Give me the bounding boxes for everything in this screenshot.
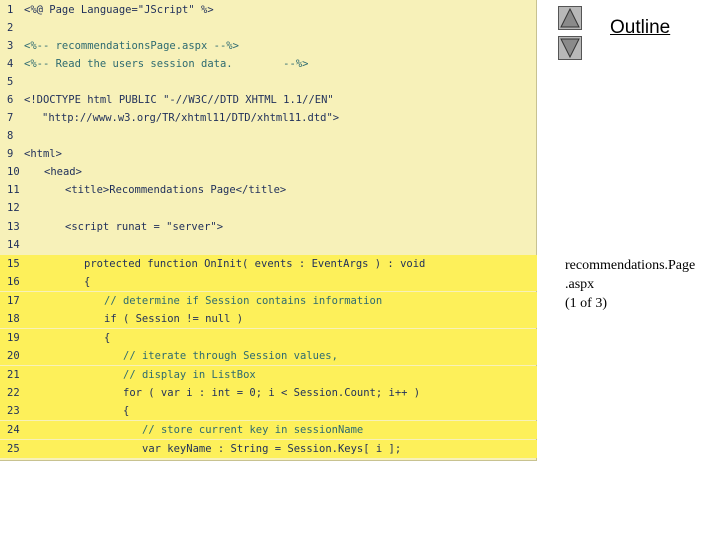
code-line-14: 14 — [0, 236, 537, 254]
code-line-10: 10 <head> — [0, 163, 537, 181]
code-text: { — [123, 405, 130, 417]
code-listing-panel: 1 <%@ Page Language="JScript" %> 2 3 <%-- … — [0, 0, 537, 461]
previous-slide-button[interactable] — [558, 6, 582, 30]
line-number: 12 — [7, 202, 20, 214]
code-text: <!DOCTYPE html PUBLIC "-//W3C//DTD XHTML… — [24, 94, 334, 106]
code-line-3: 3 <%-- recommendationsPage.aspx --%> — [0, 37, 537, 55]
code-line-13: 13 <script runat = "server"> — [0, 218, 537, 236]
code-text: // iterate through Session values, — [123, 350, 338, 362]
outline-link[interactable]: Outline — [610, 17, 670, 39]
code-text: protected function OnInit( events : Even… — [84, 258, 426, 270]
code-text: <html> — [24, 148, 62, 160]
code-line-4: 4 <%-- Read the users session data. --%> — [0, 55, 537, 73]
caption-filename: recommendations.Page — [565, 258, 696, 273]
line-number: 7 — [7, 112, 14, 124]
line-number: 15 — [7, 258, 20, 270]
code-text: <%-- Read the users session data. --%> — [24, 58, 309, 70]
code-line-16: 16 { — [0, 273, 537, 291]
code-text: // store current key in sessionName — [142, 424, 364, 436]
line-number: 2 — [7, 22, 14, 34]
code-line-21: 21 // display in ListBox — [0, 366, 537, 384]
line-number: 18 — [7, 313, 20, 325]
up-triangle-icon — [560, 7, 580, 28]
code-line-11: 11 <title>Recommendations Page</title> — [0, 181, 537, 199]
code-text: <%@ Page Language="JScript" %> — [24, 4, 214, 16]
code-text: "http://www.w3.org/TR/xhtml11/DTD/xhtml1… — [42, 112, 340, 124]
line-number: 13 — [7, 221, 20, 233]
code-text: <head> — [44, 166, 82, 178]
code-line-1: 1 <%@ Page Language="JScript" %> — [0, 1, 537, 19]
line-number: 11 — [7, 184, 20, 196]
line-number: 14 — [7, 239, 20, 251]
caption-extension: .aspx — [565, 277, 595, 292]
line-number: 25 — [7, 443, 20, 455]
code-line-20: 20 // iterate through Session values, — [0, 347, 537, 365]
code-text: var keyName : String = Session.Keys[ i ]… — [142, 443, 402, 455]
line-number: 19 — [7, 332, 20, 344]
code-line-7: 7 "http://www.w3.org/TR/xhtml11/DTD/xhtml… — [0, 109, 537, 127]
code-line-6: 6 <!DOCTYPE html PUBLIC "-//W3C//DTD XHTM… — [0, 91, 537, 109]
down-triangle-icon — [560, 38, 580, 59]
code-line-17: 17 // determine if Session contains infor… — [0, 292, 537, 310]
code-text: <script runat = "server"> — [65, 221, 224, 233]
code-line-5: 5 — [0, 73, 537, 91]
line-number: 17 — [7, 295, 20, 307]
code-line-12: 12 — [0, 199, 537, 217]
code-line-23: 23 { — [0, 402, 537, 420]
line-number: 20 — [7, 350, 20, 362]
line-number: 23 — [7, 405, 20, 417]
code-text: <%-- recommendationsPage.aspx --%> — [24, 40, 239, 52]
line-number: 21 — [7, 369, 20, 381]
line-number: 8 — [7, 130, 14, 142]
caption-page-count: (1 of 3) — [565, 296, 607, 311]
code-text: { — [104, 332, 111, 344]
line-number: 16 — [7, 276, 20, 288]
next-slide-button[interactable] — [558, 36, 582, 60]
code-line-25: 25 var keyName : String = Session.Keys[ i… — [0, 440, 537, 458]
line-number: 24 — [7, 424, 20, 436]
code-text: { — [84, 276, 91, 288]
code-line-2: 2 — [0, 19, 537, 37]
code-line-19: 19 { — [0, 329, 537, 347]
code-text: <title>Recommendations Page</title> — [65, 184, 287, 196]
file-caption: recommendations.Page .aspx (1 of 3) — [565, 256, 715, 313]
code-line-15: 15 protected function OnInit( events : Ev… — [0, 255, 537, 273]
code-text: // determine if Session contains informa… — [104, 295, 383, 307]
code-line-22: 22 for ( var i : int = 0; i < Session.Cou… — [0, 384, 537, 402]
line-number: 10 — [7, 166, 20, 178]
code-line-8: 8 — [0, 127, 537, 145]
line-number: 5 — [7, 76, 14, 88]
line-number: 22 — [7, 387, 20, 399]
code-text: if ( Session != null ) — [104, 313, 244, 325]
code-text: for ( var i : int = 0; i < Session.Count… — [123, 387, 421, 399]
code-line-9: 9 <html> — [0, 145, 537, 163]
code-line-18: 18 if ( Session != null ) — [0, 310, 537, 328]
code-text: // display in ListBox — [123, 369, 256, 381]
code-line-24: 24 // store current key in sessionName — [0, 421, 537, 439]
